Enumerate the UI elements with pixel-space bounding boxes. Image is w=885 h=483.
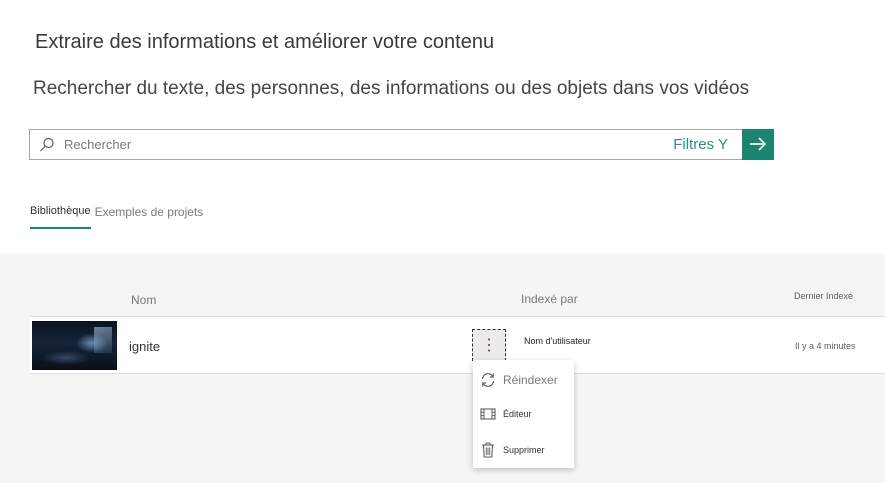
page-subtitle: Rechercher du texte, des personnes, des …	[33, 78, 750, 99]
filters-button[interactable]: Filtres Y	[673, 136, 742, 153]
tab-sample-projects[interactable]: Exemples de projets	[95, 205, 204, 229]
tab-bar: Bibliothèque Exemples de projets	[30, 205, 203, 229]
menu-item-editor[interactable]: Éditeur	[473, 399, 574, 429]
film-icon	[473, 407, 503, 421]
search-bar: Filtres Y	[29, 128, 774, 160]
menu-item-label: Supprimer	[503, 445, 545, 455]
column-header-name[interactable]: Nom	[131, 293, 156, 307]
more-options-button[interactable]	[472, 329, 506, 361]
last-indexed-time: Il y a 4 minutes	[795, 341, 856, 351]
video-thumbnail[interactable]	[32, 321, 117, 370]
trash-icon	[473, 442, 503, 458]
table-row[interactable]: ignite Nom d'utilisateur Il y a 4 minute…	[30, 316, 885, 374]
more-vertical-icon	[487, 338, 491, 352]
page: Extraire des informations et améliorer v…	[0, 0, 885, 483]
menu-item-reindex[interactable]: Réindexer	[473, 365, 574, 395]
search-input[interactable]	[64, 130, 674, 159]
search-icon	[30, 130, 64, 159]
tab-library[interactable]: Bibliothèque	[30, 205, 91, 229]
menu-item-label: Réindexer	[503, 373, 558, 387]
video-name[interactable]: ignite	[129, 339, 160, 354]
context-menu: Réindexer Éditeur Supprimer	[473, 360, 574, 468]
column-header-indexed-by[interactable]: Indexé par	[521, 292, 578, 306]
column-header-last-indexed[interactable]: Dernier Indexé	[794, 291, 853, 301]
page-title: Extraire des informations et améliorer v…	[35, 31, 495, 53]
search-submit-button[interactable]	[742, 128, 774, 160]
refresh-icon	[473, 372, 503, 388]
arrow-right-icon	[750, 137, 767, 151]
indexed-by-user: Nom d'utilisateur	[524, 336, 591, 346]
menu-item-delete[interactable]: Supprimer	[473, 435, 574, 465]
menu-item-label: Éditeur	[503, 409, 532, 419]
